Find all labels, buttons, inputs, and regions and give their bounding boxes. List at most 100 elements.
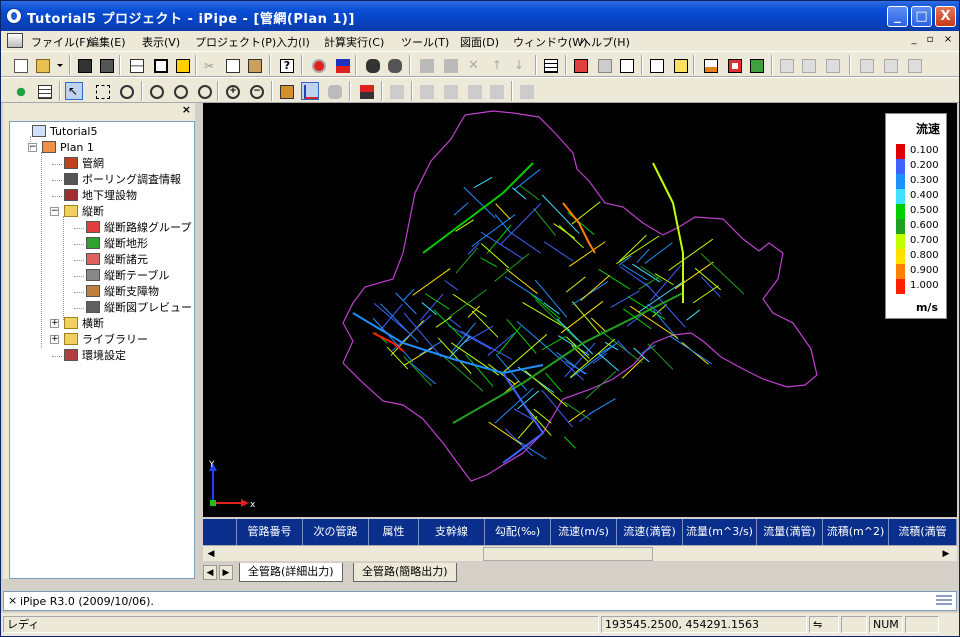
menu-window[interactable]: ウィンドウ(W) [513,34,587,50]
mdi-close-button[interactable]: × [941,34,955,47]
paste-icon[interactable] [245,56,263,74]
tree-item[interactable]: 環境設定 [64,348,126,364]
grid-column-header[interactable]: 属性 [369,519,419,545]
axis-icon[interactable] [301,82,319,100]
flow-calc-icon[interactable] [357,82,375,100]
mdi-minimize-button[interactable]: _ [907,34,921,47]
tree-item[interactable]: 縦断地形 [86,236,148,252]
menu-tools[interactable]: ツール(T) [401,34,449,50]
tree-item[interactable]: 地下埋設物 [64,188,137,204]
menu-edit[interactable]: 編集(E) [88,34,126,50]
list-icon[interactable] [541,56,559,74]
output-grip-icon[interactable] [936,595,952,607]
find-icon[interactable] [363,56,381,74]
menu-input[interactable]: 入力(I) [276,34,310,50]
menu-project[interactable]: プロジェクト(P) [195,34,276,50]
mdi-restore-button[interactable]: ▫ [923,34,937,47]
zoom-out-icon[interactable]: − [247,82,265,100]
tree-view-icon[interactable] [127,56,145,74]
expand-icon[interactable]: + [50,319,59,328]
results-grid[interactable]: 管路番号 次の管路 属性 支幹線 勾配(‰) 流速(m/s) 流速(満管) 流量(m^3/s)… [203,519,957,561]
tree-item[interactable]: 縦断支障物 [86,284,159,300]
grid-column-header[interactable]: 流量(満管) [757,519,823,545]
grid-column-header[interactable]: 流量(m^3/s) [683,519,757,545]
window-rect-icon[interactable] [151,56,169,74]
save-all-icon[interactable] [97,56,115,74]
tree-item[interactable]: 縦断テーブル [86,268,169,284]
output-red-icon[interactable] [571,56,589,74]
pipe-network-canvas[interactable] [203,103,957,517]
network-map[interactable]: 流速 m/s 0.100 0.200 0.300 0.400 0.500 0.600 0.7… [203,103,957,517]
find-next-icon[interactable] [385,56,403,74]
close-button[interactable]: X [935,6,956,27]
refresh-icon[interactable] [11,82,29,100]
zoom-in-icon[interactable]: + [223,82,241,100]
tree-item[interactable]: 縦断諸元 [86,252,148,268]
tree-item[interactable]: 縦断 [64,204,104,220]
copy-icon[interactable] [223,56,241,74]
scroll-thumb[interactable] [483,547,653,561]
zoom-search-icon[interactable] [117,82,135,100]
grid-column-header[interactable]: 次の管路 [303,519,369,545]
scroll-right-icon[interactable]: ▶ [939,547,953,561]
minimize-button[interactable]: _ [887,6,908,27]
cut-icon[interactable]: ✂ [201,56,219,74]
tab-all-pipes-summary[interactable]: 全管路(簡略出力) [353,563,457,582]
grid-column-header[interactable]: 勾配(‰) [485,519,551,545]
grid-corner[interactable] [203,519,237,545]
save-icon[interactable] [75,56,93,74]
grid-column-header[interactable]: 流速(m/s) [551,519,617,545]
menu-calculate[interactable]: 計算実行(C) [324,34,384,50]
new-file-icon[interactable] [11,56,29,74]
grid-column-header[interactable]: 流速(満管) [617,519,683,545]
tree-item[interactable]: 縦断路線グループ [86,220,191,236]
project-tree[interactable]: Tutorial5 Plan 1− 管網 ボーリング調査情報 地下埋設物 縦断 − 縦断路線グ… [9,121,195,579]
output-doc-icon[interactable] [617,56,635,74]
app-icon[interactable] [6,8,22,24]
print-preview-icon[interactable] [671,56,689,74]
properties-icon[interactable] [277,82,295,100]
profile-red-icon[interactable] [725,56,743,74]
profile-chart-icon[interactable] [701,56,719,74]
tree-item[interactable]: 管網 [64,156,104,172]
tree-item[interactable]: Plan 1 [42,140,94,156]
expand-icon[interactable]: + [50,335,59,344]
title-bar[interactable]: Tutorial5 プロジェクト - iPipe - [管網(Plan 1)] … [1,1,959,31]
grid-column-header[interactable]: 流積(m^2) [823,519,889,545]
pointer-tool-icon[interactable] [173,56,191,74]
tab-all-pipes-detail[interactable]: 全管路(詳細出力) [239,563,343,582]
profile-green-icon[interactable] [747,56,765,74]
collapse-icon[interactable]: − [50,207,59,216]
menu-drawing[interactable]: 図面(D) [460,34,499,50]
document-icon[interactable] [7,33,23,48]
menu-view[interactable]: 表示(V) [142,34,180,50]
zoom-previous-icon[interactable] [195,82,213,100]
scroll-left-icon[interactable]: ◀ [204,547,218,561]
menu-file[interactable]: ファイル(F) [31,34,90,50]
tree-item[interactable]: 縦断図プレビュー [86,300,192,316]
calculate-icon[interactable] [333,56,351,74]
layers-icon[interactable] [35,82,53,100]
tree-item[interactable]: Tutorial5 [32,124,97,140]
tab-next-icon[interactable]: ▶ [219,565,233,580]
maximize-button[interactable]: □ [911,6,932,27]
output-close-icon[interactable]: × [8,594,17,607]
help-icon[interactable]: ? [277,56,295,74]
tree-item[interactable]: ボーリング調査情報 [64,172,181,188]
grid-horizontal-scrollbar[interactable]: ◀ ▶ [203,545,957,561]
tab-prev-icon[interactable]: ◀ [203,565,217,580]
tree-item[interactable]: 横断 [64,316,104,332]
zoom-pan-icon[interactable] [171,82,189,100]
open-folder-icon[interactable] [33,56,51,74]
menu-help[interactable]: ヘルプ(H) [580,34,630,50]
grid-column-header[interactable]: 支幹線 [419,519,485,545]
select-arrow-icon[interactable]: ↖ [65,82,83,100]
print-icon[interactable] [647,56,665,74]
grid-column-header[interactable]: 流積(満管 [889,519,957,545]
zoom-window-icon[interactable] [93,82,111,100]
open-dropdown-icon[interactable] [55,56,65,74]
grid-column-header[interactable]: 管路番号 [237,519,303,545]
panel-close-icon[interactable]: × [182,103,191,116]
record-icon[interactable] [309,56,327,74]
tree-item[interactable]: ライブラリー [64,332,148,348]
